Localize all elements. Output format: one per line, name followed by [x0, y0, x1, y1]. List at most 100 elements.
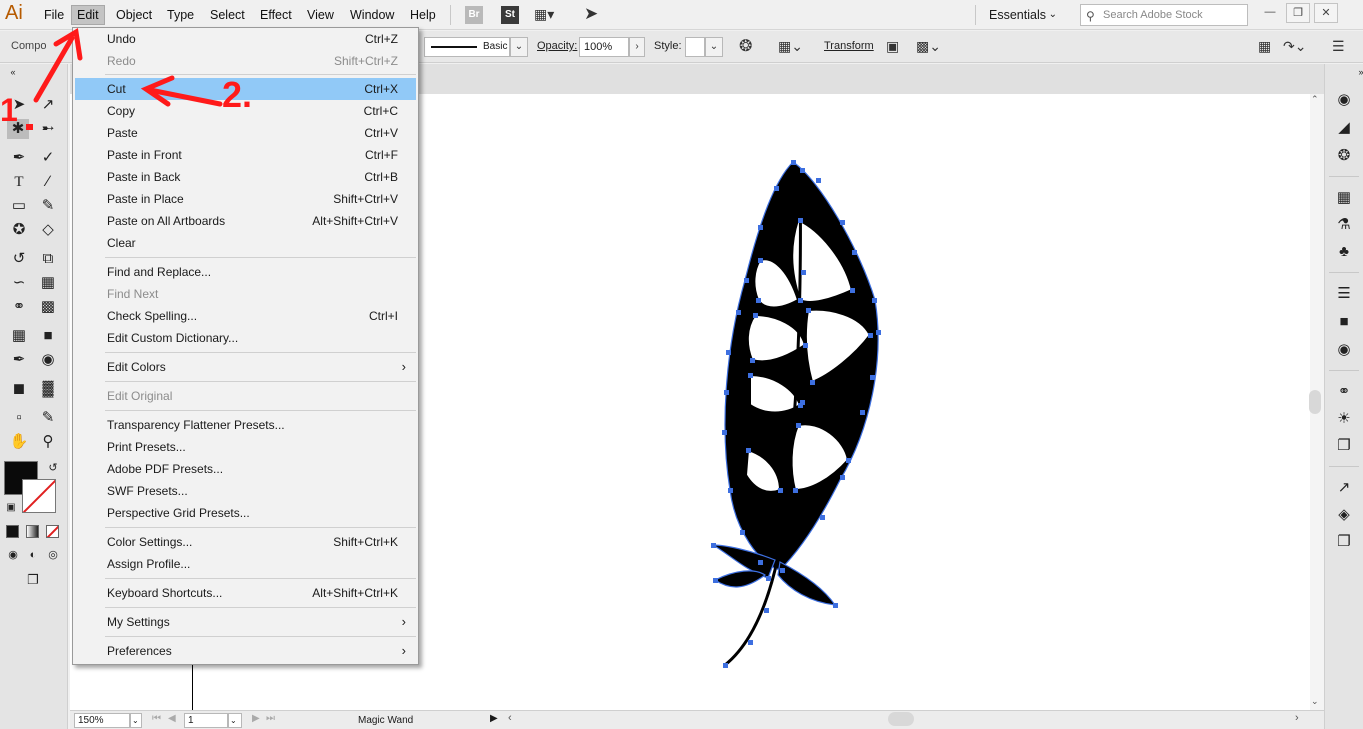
eraser-tool-icon[interactable]: ◇: [37, 220, 59, 240]
menu-item-paste[interactable]: Paste Ctrl+V: [75, 122, 416, 144]
scale-tool-icon[interactable]: ⧉: [37, 249, 59, 269]
free-transform-tool-icon[interactable]: ▦: [37, 273, 59, 293]
vertical-scroll-thumb[interactable]: [1309, 390, 1321, 414]
isolate-group-icon[interactable]: ▣: [886, 38, 899, 55]
swatches-panel-icon[interactable]: ▦: [1334, 188, 1354, 208]
prev-artboard-icon[interactable]: ◀: [168, 713, 176, 724]
artboards-panel-icon[interactable]: ❐: [1334, 532, 1354, 552]
menu-item-paste-in-place[interactable]: Paste in Place Shift+Ctrl+V: [75, 188, 416, 210]
type-tool-icon[interactable]: T: [8, 172, 30, 192]
menu-item-paste-on-all-artboards[interactable]: Paste on All Artboards Alt+Shift+Ctrl+V: [75, 210, 416, 232]
menu-item-check-spelling[interactable]: Check Spelling... Ctrl+I: [75, 305, 416, 327]
draw-normal-icon[interactable]: ◉: [2, 545, 24, 565]
recolor-panel-icon[interactable]: ❂: [1334, 146, 1354, 166]
perspective-grid-tool-icon[interactable]: ▩: [37, 297, 59, 317]
menu-file[interactable]: File: [39, 5, 69, 25]
menu-item-adobe-pdf-presets[interactable]: Adobe PDF Presets...: [75, 458, 416, 480]
blend-tool-icon[interactable]: ◉: [37, 350, 59, 370]
rotate-tool-icon[interactable]: ↺: [8, 249, 30, 269]
stroke-panel-icon[interactable]: ☰: [1334, 284, 1354, 304]
arrange-icon[interactable]: ↷⌄: [1283, 38, 1306, 55]
restore-button[interactable]: ❐: [1286, 3, 1310, 23]
workspace-switcher[interactable]: Essentials ⌄: [983, 4, 1065, 26]
appearance-panel-icon[interactable]: ☀: [1334, 409, 1354, 429]
menu-item-edit-custom-dictionary[interactable]: Edit Custom Dictionary...: [75, 327, 416, 349]
direct-selection-tool-icon[interactable]: ↗: [37, 95, 59, 115]
eyedropper-tool-icon[interactable]: ✒: [8, 350, 30, 370]
opacity-arrow-button[interactable]: ›: [629, 37, 645, 57]
menu-type[interactable]: Type: [162, 5, 199, 25]
symbols-panel-icon[interactable]: ♣: [1334, 242, 1354, 262]
collapse-dock-icon[interactable]: »: [1351, 66, 1363, 78]
panel-layout-icon[interactable]: ▦: [1258, 38, 1271, 55]
symbol-sprayer-tool-icon[interactable]: ◼: [8, 379, 30, 399]
bridge-tile[interactable]: Br: [465, 6, 483, 24]
width-tool-icon[interactable]: ∽: [8, 273, 30, 293]
layers-panel-icon[interactable]: ◈: [1334, 505, 1354, 525]
none-mode-button[interactable]: [46, 525, 59, 538]
transparency-panel-icon[interactable]: ◉: [1334, 340, 1354, 360]
arrange-documents-icon[interactable]: ▦▾: [534, 6, 554, 23]
graphic-styles-panel-icon[interactable]: ❐: [1334, 436, 1354, 456]
gradient-mode-button[interactable]: [26, 525, 39, 538]
feather-artwork[interactable]: [680, 150, 900, 680]
brushes-panel-icon[interactable]: ⚗: [1334, 215, 1354, 235]
color-guide-panel-icon[interactable]: ◢: [1334, 118, 1354, 138]
slice-tool-icon[interactable]: ✎: [37, 408, 59, 428]
stock-search-input[interactable]: ⚲ Search Adobe Stock: [1080, 4, 1248, 26]
screen-mode-icon[interactable]: ❐: [22, 570, 44, 590]
line-tool-icon[interactable]: ∕: [37, 172, 59, 192]
menu-object[interactable]: Object: [111, 5, 157, 25]
minimize-button[interactable]: —: [1258, 3, 1282, 23]
menu-item-color-settings[interactable]: Color Settings... Shift+Ctrl+K: [75, 531, 416, 553]
export-panel-icon[interactable]: ↗: [1334, 478, 1354, 498]
menu-select[interactable]: Select: [205, 5, 250, 25]
recolor-artwork-icon[interactable]: ❂: [739, 36, 752, 56]
horizontal-scroll-thumb[interactable]: [888, 712, 914, 726]
menu-item-print-presets[interactable]: Print Presets...: [75, 436, 416, 458]
color-mode-button[interactable]: [6, 525, 19, 538]
lasso-tool-icon[interactable]: ➸: [37, 119, 59, 139]
color-panel-icon[interactable]: ◉: [1334, 90, 1354, 110]
artboard-tool-icon[interactable]: ▫: [8, 408, 30, 428]
curvature-tool-icon[interactable]: ✓: [37, 148, 59, 168]
scroll-up-arrow[interactable]: ⌃: [1311, 94, 1319, 105]
menu-item-my-settings[interactable]: My Settings ›: [75, 611, 416, 633]
menu-effect[interactable]: Effect: [255, 5, 297, 25]
paintbrush-tool-icon[interactable]: ✎: [37, 196, 59, 216]
close-button[interactable]: ✕: [1314, 3, 1338, 23]
menu-item-edit-colors[interactable]: Edit Colors ›: [75, 356, 416, 378]
menu-window[interactable]: Window: [345, 5, 399, 25]
artboard-dropdown[interactable]: ⌄: [228, 713, 242, 728]
menu-item-transparency-flattener-presets[interactable]: Transparency Flattener Presets...: [75, 414, 416, 436]
opacity-input[interactable]: 100%: [579, 37, 629, 57]
menu-item-paste-in-back[interactable]: Paste in Back Ctrl+B: [75, 166, 416, 188]
draw-behind-icon[interactable]: ◐: [22, 545, 44, 565]
zoom-input[interactable]: 150%: [74, 713, 130, 728]
collapse-panel-icon[interactable]: «: [2, 66, 24, 78]
status-menu-arrow[interactable]: ▶: [490, 713, 498, 724]
menu-item-swf-presets[interactable]: SWF Presets...: [75, 480, 416, 502]
mesh-tool-icon[interactable]: ▦: [8, 326, 30, 346]
stroke-profile-dropdown[interactable]: ⌄: [510, 37, 528, 57]
menu-item-assign-profile[interactable]: Assign Profile...: [75, 553, 416, 575]
last-artboard-icon[interactable]: ⏭: [266, 713, 275, 724]
first-artboard-icon[interactable]: ⏮: [152, 713, 161, 724]
shape-builder-tool-icon[interactable]: ⚭: [8, 297, 30, 317]
stroke-swatch[interactable]: [22, 479, 56, 513]
rectangle-tool-icon[interactable]: ▭: [8, 196, 30, 216]
column-graph-tool-icon[interactable]: ▓: [37, 379, 59, 399]
menu-item-find-and-replace[interactable]: Find and Replace...: [75, 261, 416, 283]
gpu-rocket-icon[interactable]: ➤: [584, 4, 598, 24]
menu-item-perspective-grid-presets[interactable]: Perspective Grid Presets...: [75, 502, 416, 524]
hand-tool-icon[interactable]: ✋: [8, 432, 30, 452]
libraries-panel-icon[interactable]: ⚭: [1334, 382, 1354, 402]
artboard-number-input[interactable]: 1: [184, 713, 228, 728]
style-dropdown[interactable]: ⌄: [705, 37, 723, 57]
menu-item-preferences[interactable]: Preferences ›: [75, 640, 416, 662]
draw-inside-icon[interactable]: ◎: [42, 545, 64, 565]
opacity-label[interactable]: Opacity:: [537, 40, 577, 52]
menu-edit[interactable]: Edit: [71, 5, 105, 25]
stock-tile[interactable]: St: [501, 6, 519, 24]
menu-item-clear[interactable]: Clear: [75, 232, 416, 254]
